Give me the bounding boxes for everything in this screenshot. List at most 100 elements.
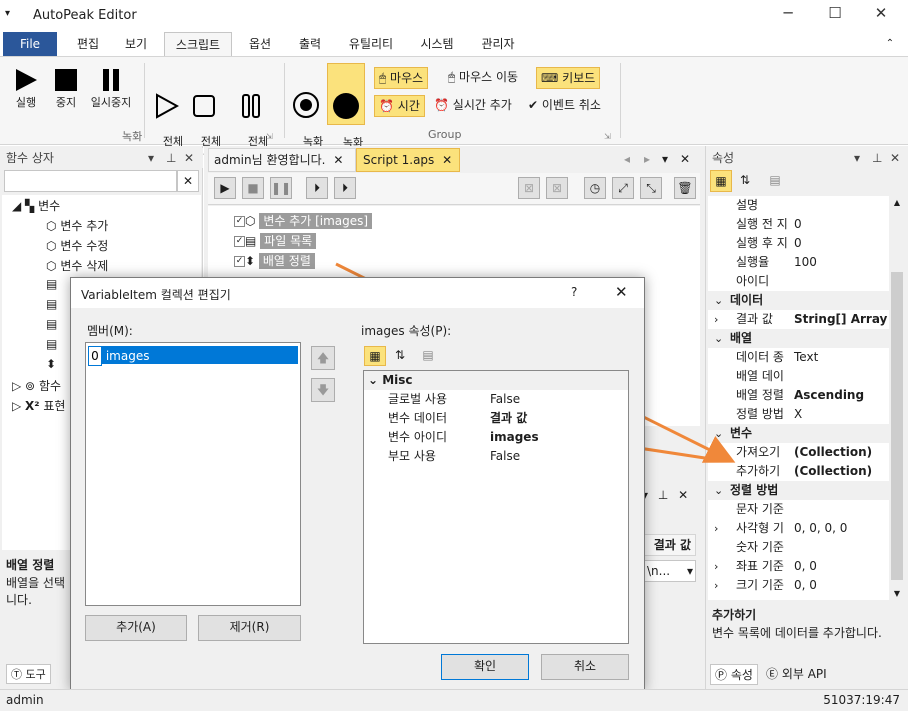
- tree-item-file-icon[interactable]: ▤: [46, 277, 57, 291]
- ok-button[interactable]: 확인: [441, 654, 529, 680]
- dlg-property-row[interactable]: 부모 사용 False: [364, 447, 628, 466]
- property-row[interactable]: 추가하기 (Collection): [708, 462, 889, 481]
- script-step-into-icon[interactable]: ⏵: [334, 177, 356, 199]
- property-row[interactable]: 실행율 100: [708, 253, 889, 272]
- tab-external-api[interactable]: Ⓔ 외부 API: [762, 664, 831, 683]
- tab-script[interactable]: 스크립트: [164, 32, 232, 57]
- property-value[interactable]: Text: [794, 348, 818, 367]
- keyboard-toggle[interactable]: ⌨ 키보드: [536, 67, 601, 89]
- close-button[interactable]: ✕: [858, 4, 904, 28]
- add-button[interactable]: 추가(A): [85, 615, 187, 641]
- quick-access-chevron-icon[interactable]: ▾: [5, 8, 10, 19]
- mouse-toggle[interactable]: 🖱 마우스: [374, 67, 429, 89]
- remove-button[interactable]: 제거(R): [198, 615, 301, 641]
- panel-menu-icon[interactable]: ▾: [854, 148, 860, 168]
- tree-node-variable[interactable]: ◢ ▚ 변수: [12, 197, 60, 214]
- collapse-chevron-icon[interactable]: ⌄: [714, 329, 723, 348]
- dlg-property-row[interactable]: 글로벌 사용 False: [364, 390, 628, 409]
- script-item-var-add[interactable]: ✓ ⬡ 변수 추가 [images]: [234, 212, 373, 229]
- property-value[interactable]: Ascending: [794, 386, 864, 405]
- cancel-button[interactable]: 취소: [541, 654, 629, 680]
- move-up-button[interactable]: 🡅: [311, 346, 335, 370]
- tab-file[interactable]: File: [3, 32, 57, 56]
- property-category[interactable]: ⌄ 정렬 방법: [708, 481, 889, 500]
- alphabetical-icon[interactable]: ⇅: [734, 170, 756, 192]
- maximize-button[interactable]: ☐: [812, 4, 858, 28]
- property-scrollbar[interactable]: ▲ ▼: [889, 196, 905, 600]
- expand-chevron-icon[interactable]: ›: [714, 519, 718, 538]
- stop-button[interactable]: 중지: [48, 67, 84, 109]
- realtime-add-toggle[interactable]: ⏰ 실시간 추가: [430, 95, 516, 117]
- tree-item-list-icon[interactable]: ▤: [46, 297, 57, 311]
- property-row[interactable]: 설명: [708, 196, 889, 215]
- property-row[interactable]: 문자 기준: [708, 500, 889, 519]
- property-row[interactable]: › 결과 값 String[] Array: [708, 310, 889, 329]
- property-value[interactable]: 0, 0: [794, 576, 817, 595]
- pause-button[interactable]: 일시중지: [86, 67, 136, 109]
- tab-utility[interactable]: 유틸리티: [338, 32, 404, 56]
- tree-item-var-edit[interactable]: ⬡ 변수 수정: [46, 237, 108, 254]
- script-item-array-sort[interactable]: ✓ ⬍ 배열 정렬: [234, 252, 315, 269]
- script-disabled2-icon[interactable]: ⊠: [546, 177, 568, 199]
- dlg-alphabetical-icon[interactable]: ⇅: [389, 346, 411, 366]
- dlg-category-misc[interactable]: ⌄ Misc: [364, 371, 628, 390]
- tab-script[interactable]: Script 1.aps ✕: [356, 148, 460, 172]
- doc-close-icon[interactable]: ✕: [680, 152, 690, 166]
- property-category[interactable]: ⌄ 데이터: [708, 291, 889, 310]
- tree-item-var-add[interactable]: ⬡ 변수 추가: [46, 217, 108, 234]
- panel-close-icon[interactable]: ✕: [890, 148, 900, 168]
- property-row[interactable]: 가져오기 (Collection): [708, 443, 889, 462]
- property-category[interactable]: ⌄ 변수: [708, 424, 889, 443]
- move-down-button[interactable]: 🡇: [311, 378, 335, 402]
- tree-item-sort-icon[interactable]: ▤: [46, 317, 57, 331]
- property-row[interactable]: › 사각형 기 0, 0, 0, 0: [708, 519, 889, 538]
- script-pause-icon[interactable]: ❚❚: [270, 177, 292, 199]
- property-row[interactable]: 배열 정렬 Ascending: [708, 386, 889, 405]
- property-category[interactable]: ⌄ 배열: [708, 329, 889, 348]
- dlg-property-pages-icon[interactable]: ▤: [417, 346, 439, 366]
- tree-item-updown-icon[interactable]: ⬍: [46, 357, 56, 371]
- script-disabled1-icon[interactable]: ⊠: [518, 177, 540, 199]
- collapse-chevron-icon[interactable]: ⌄: [714, 291, 723, 310]
- time-toggle[interactable]: ⏰ 시간: [374, 95, 425, 117]
- help-button[interactable]: ?: [571, 285, 577, 299]
- property-row[interactable]: 정렬 방법 X: [708, 405, 889, 424]
- property-value[interactable]: 0, 0: [794, 557, 817, 576]
- panel-close-icon[interactable]: ✕: [184, 148, 194, 168]
- tab-view[interactable]: 보기: [114, 32, 158, 56]
- collapse-chevron-icon[interactable]: ⌄: [714, 481, 723, 500]
- tab-edit[interactable]: 편집: [66, 32, 110, 56]
- property-row[interactable]: 배열 데이: [708, 367, 889, 386]
- script-timer-icon[interactable]: ◷: [584, 177, 606, 199]
- tab-list-icon[interactable]: ▾: [662, 152, 668, 166]
- dlg-categorized-icon[interactable]: ▦: [364, 346, 386, 366]
- property-row[interactable]: 숫자 기준: [708, 538, 889, 557]
- dlg-property-value[interactable]: False: [490, 447, 520, 466]
- mouse-move-toggle[interactable]: 🖱 마우스 이동: [444, 67, 522, 89]
- property-value[interactable]: String[] Array: [794, 310, 887, 329]
- property-pages-icon[interactable]: ▤: [764, 170, 786, 192]
- tab-output[interactable]: 출력: [288, 32, 332, 56]
- event-cancel-toggle[interactable]: ✔ 이벤트 취소: [524, 95, 605, 117]
- script-delete-icon[interactable]: 🗑: [674, 177, 696, 199]
- property-value[interactable]: (Collection): [794, 443, 872, 462]
- collapse-ribbon-icon[interactable]: ⌃: [880, 32, 900, 56]
- property-row[interactable]: 데이터 종 Text: [708, 348, 889, 367]
- property-row[interactable]: 아이디: [708, 272, 889, 291]
- dlg-property-row[interactable]: 변수 아이디 images: [364, 428, 628, 447]
- property-value[interactable]: X: [794, 405, 802, 424]
- clear-search-icon[interactable]: ✕: [177, 170, 199, 192]
- scrollbar-thumb[interactable]: [891, 272, 903, 580]
- tab-scroll-right-icon[interactable]: ▸: [644, 152, 650, 166]
- script-play-icon[interactable]: ▶: [214, 177, 236, 199]
- result-cell[interactable]: \n... ▾: [644, 560, 696, 582]
- expand-chevron-icon[interactable]: ›: [714, 576, 718, 595]
- dlg-property-row[interactable]: 변수 데이터 결과 값: [364, 409, 628, 428]
- function-search-input[interactable]: [4, 170, 177, 192]
- tree-item-extra-icon[interactable]: ▤: [46, 337, 57, 351]
- minimize-button[interactable]: ─: [765, 4, 811, 28]
- panel-menu-icon[interactable]: ▾: [148, 148, 154, 168]
- property-value[interactable]: 0: [794, 234, 802, 253]
- pin-icon[interactable]: ⊥: [872, 148, 882, 168]
- property-value[interactable]: 0, 0, 0, 0: [794, 519, 847, 538]
